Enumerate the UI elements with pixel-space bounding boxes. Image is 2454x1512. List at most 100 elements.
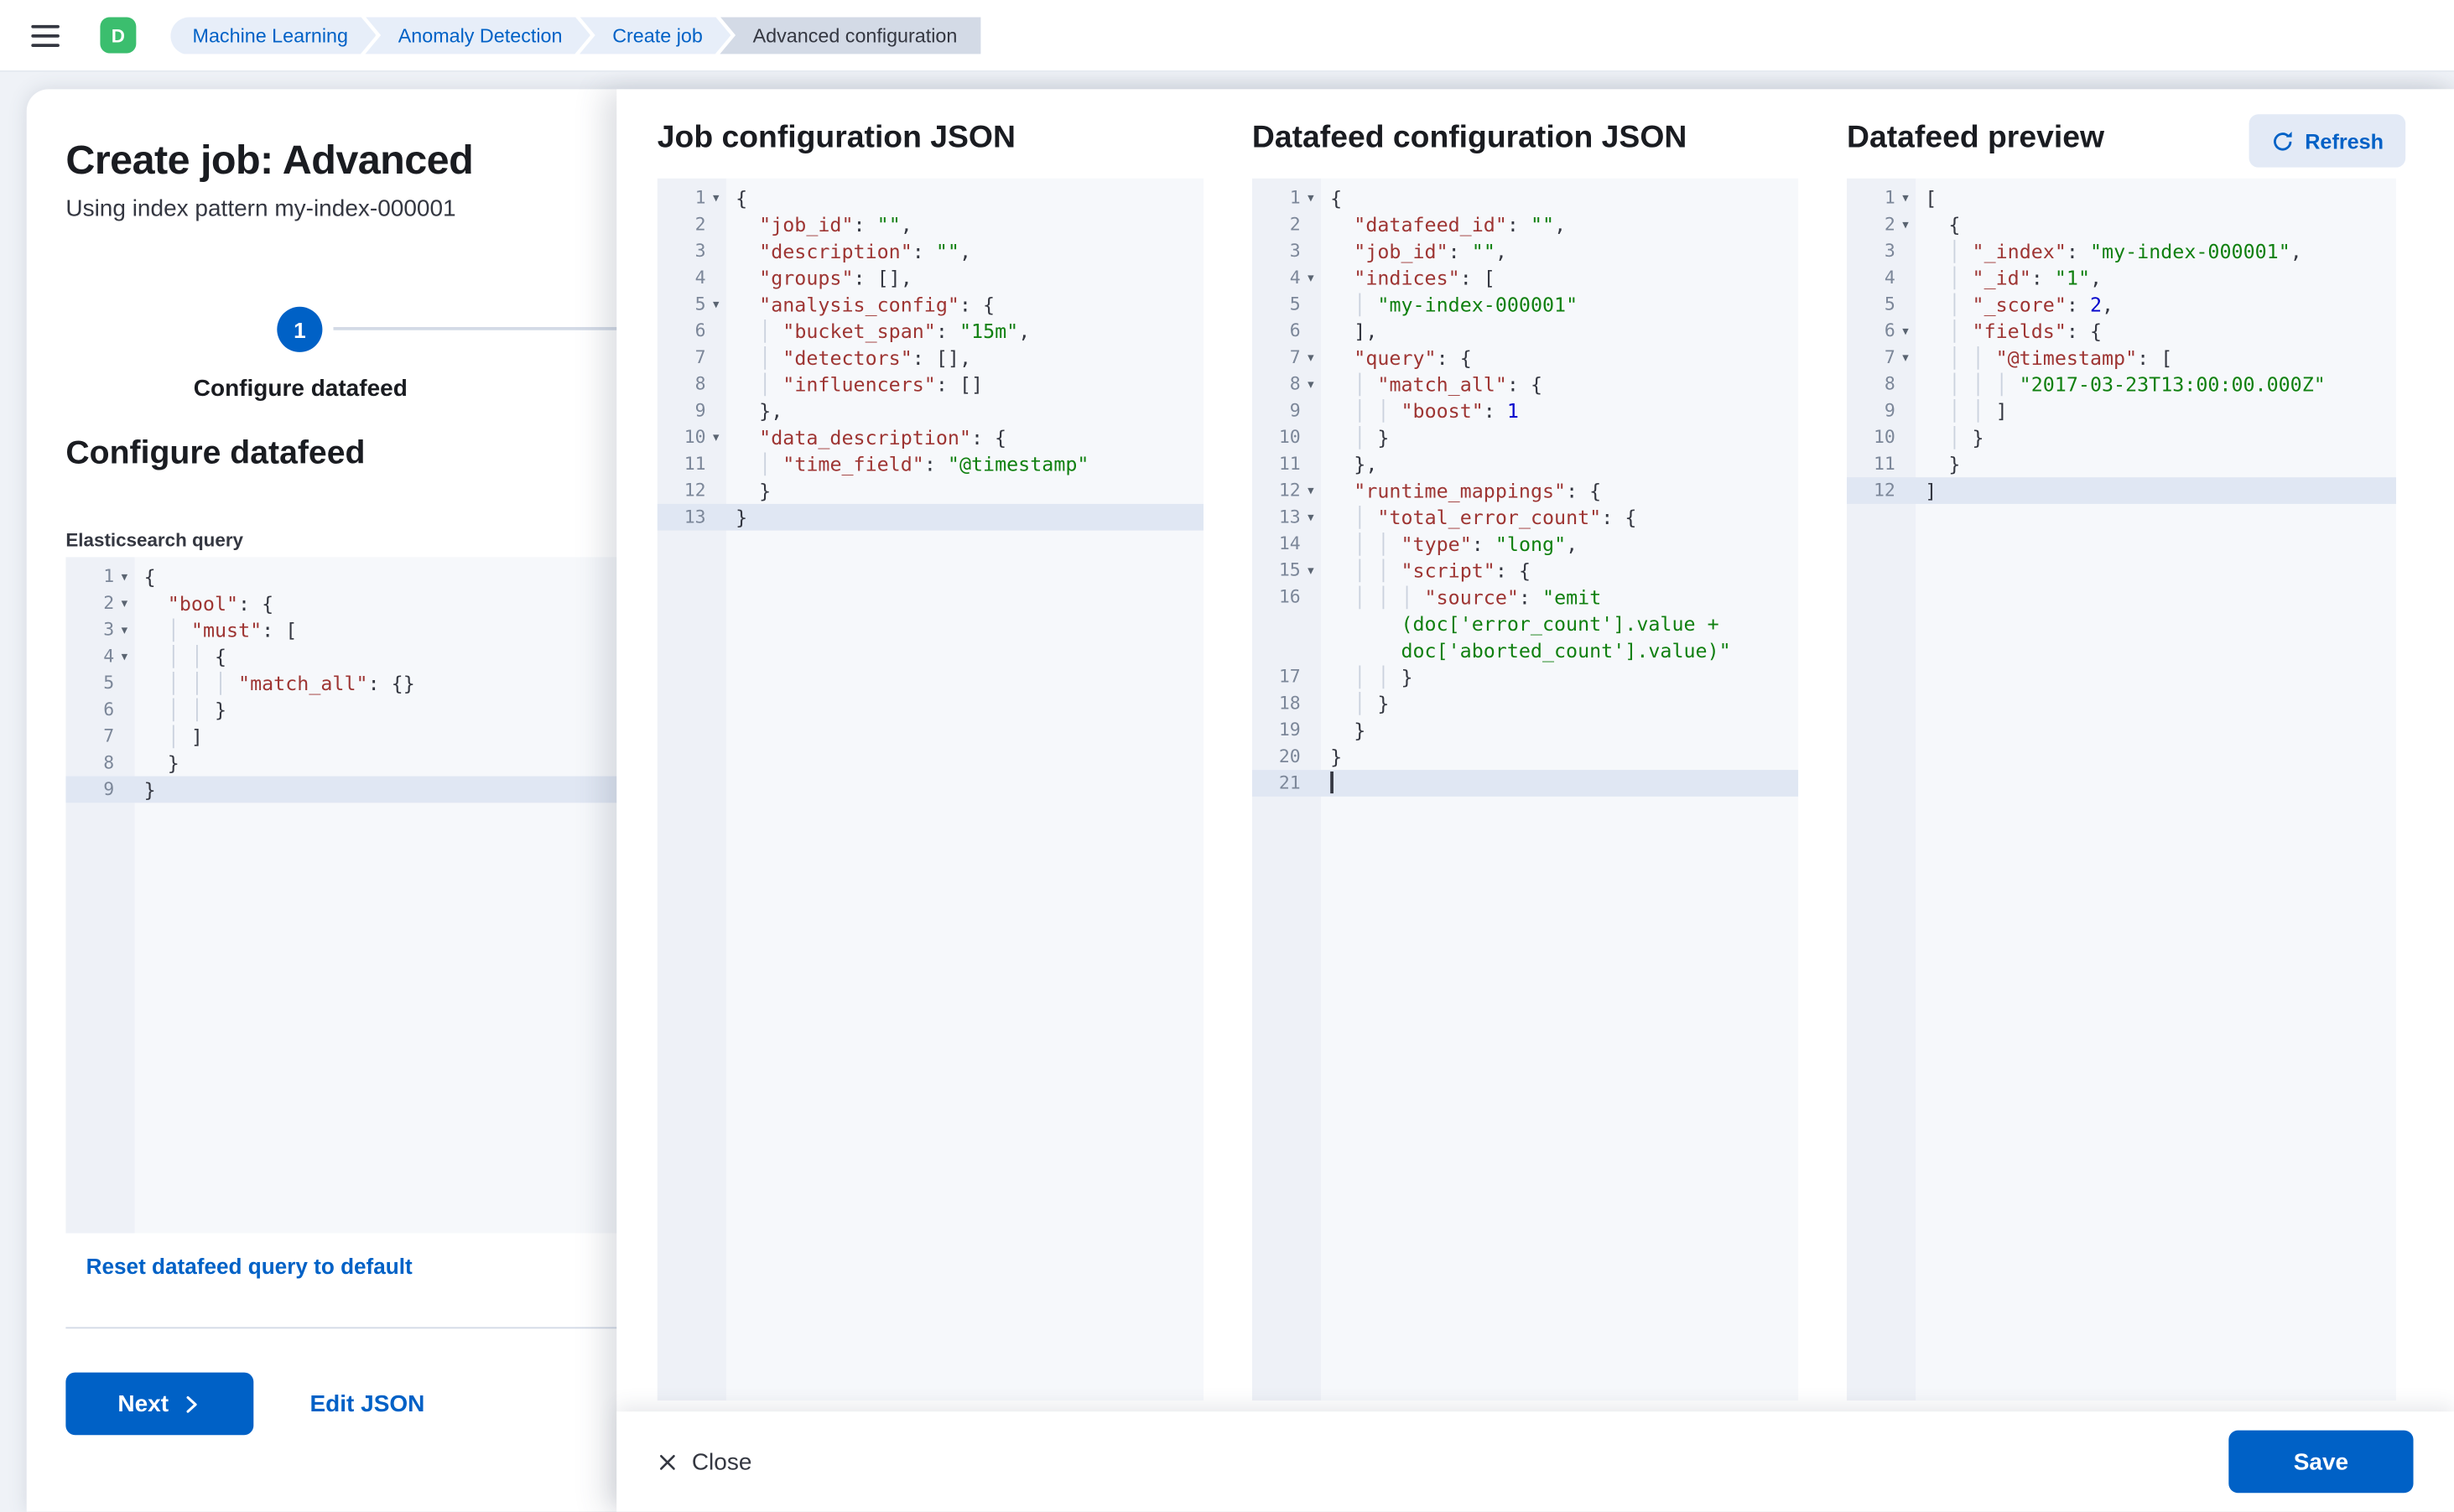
editor-gutter: 9	[65, 777, 134, 803]
editor-gutter: 13▾	[1252, 504, 1321, 531]
editor-line[interactable]: 10▾ "data_description": {	[658, 424, 1204, 451]
edit-json-button[interactable]: Edit JSON	[309, 1373, 424, 1436]
editor-line[interactable]: 3 "job_id": "",	[1252, 238, 1798, 265]
editor-gutter	[1252, 611, 1321, 637]
datafeed-json-editor[interactable]: 1▾{2 "datafeed_id": "",3 "job_id": "",4▾…	[1252, 179, 1798, 1400]
editor-line[interactable]: 11 }	[1847, 450, 2396, 477]
editor-line[interactable]: 13}	[658, 504, 1204, 531]
editor-line[interactable]: 7▾ "query": {	[1252, 345, 1798, 372]
editor-gutter: 8	[65, 750, 134, 777]
editor-line[interactable]: 11 },	[1252, 450, 1798, 477]
editor-line[interactable]: 13▾ │ "total_error_count": {	[1252, 504, 1798, 531]
page-title: Create job: Advanced	[65, 136, 473, 184]
editor-line[interactable]: 5 │ "my-index-000001"	[1252, 291, 1798, 318]
editor-gutter: 8▾	[1252, 371, 1321, 397]
editor-gutter: 12	[658, 477, 726, 504]
fold-toggle-icon[interactable]: ▾	[706, 291, 726, 318]
save-button[interactable]: Save	[2228, 1431, 2413, 1494]
editor-line[interactable]: 17 │ │ }	[1252, 663, 1798, 690]
fold-toggle-icon[interactable]: ▾	[1301, 371, 1321, 397]
editor-line[interactable]: 7 │ "detectors": [],	[658, 345, 1204, 372]
editor-line[interactable]: 2▾ {	[1847, 211, 2396, 238]
editor-line[interactable]: 9 },	[658, 397, 1204, 424]
editor-line[interactable]: 14 │ │ "type": "long",	[1252, 531, 1798, 558]
editor-gutter: 4	[1847, 264, 1916, 291]
editor-line[interactable]: 12 }	[658, 477, 1204, 504]
editor-line[interactable]: 5 │ "_score": 2,	[1847, 291, 2396, 318]
editor-line[interactable]: 1▾[	[1847, 184, 2396, 211]
breadcrumb-machine-learning[interactable]: Machine Learning	[170, 17, 376, 55]
editor-line[interactable]: 4▾ "indices": [	[1252, 264, 1798, 291]
fold-toggle-icon[interactable]: ▾	[1301, 477, 1321, 504]
editor-line[interactable]: 8▾ │ "match_all": {	[1252, 371, 1798, 397]
fold-toggle-icon[interactable]: ▾	[1301, 345, 1321, 372]
editor-line[interactable]: 4 "groups": [],	[658, 264, 1204, 291]
editor-line[interactable]: 5▾ "analysis_config": {	[658, 291, 1204, 318]
editor-line[interactable]: 9 │ │ ]	[1847, 397, 2396, 424]
editor-line[interactable]: 2 "job_id": "",	[658, 211, 1204, 238]
refresh-button[interactable]: Refresh	[2249, 114, 2405, 167]
fold-toggle-icon[interactable]: ▾	[1895, 318, 1916, 345]
editor-line[interactable]: 20}	[1252, 743, 1798, 770]
editor-line[interactable]: 1▾{	[658, 184, 1204, 211]
editor-line[interactable]: 3 │ "_index": "my-index-000001",	[1847, 238, 2396, 265]
fold-toggle-icon[interactable]: ▾	[114, 643, 134, 670]
editor-gutter: 9	[658, 397, 726, 424]
editor-line[interactable]: 8 │ "influencers": []	[658, 371, 1204, 397]
breadcrumb-anomaly-detection[interactable]: Anomaly Detection	[366, 17, 591, 55]
editor-gutter: 5▾	[658, 291, 726, 318]
avatar[interactable]: D	[100, 18, 136, 54]
fold-toggle-icon[interactable]: ▾	[706, 424, 726, 451]
editor-gutter: 3	[658, 238, 726, 265]
fold-toggle-icon[interactable]: ▾	[114, 564, 134, 590]
fold-toggle-icon[interactable]: ▾	[114, 590, 134, 617]
editor-line[interactable]: doc['aborted_count'].value)"	[1252, 637, 1798, 664]
editor-line[interactable]: 19 }	[1252, 717, 1798, 744]
editor-line[interactable]: 11 │ "time_field": "@timestamp"	[658, 450, 1204, 477]
editor-line[interactable]: 6▾ │ "fields": {	[1847, 318, 2396, 345]
reset-datafeed-query-link[interactable]: Reset datafeed query to default	[86, 1254, 413, 1279]
close-button[interactable]: Close	[658, 1448, 752, 1475]
fold-toggle-icon[interactable]: ▾	[1895, 184, 1916, 211]
editor-gutter: 7	[658, 345, 726, 372]
datafeed-preview-editor[interactable]: 1▾[2▾ {3 │ "_index": "my-index-000001",4…	[1847, 179, 2396, 1400]
editor-line[interactable]: 16 │ │ │ "source": "emit	[1252, 584, 1798, 611]
breadcrumb-create-job[interactable]: Create job	[580, 17, 730, 55]
breadcrumb-advanced-configuration[interactable]: Advanced configuration	[720, 17, 980, 55]
editor-line[interactable]: 6 │ "bucket_span": "15m",	[658, 318, 1204, 345]
editor-gutter: 6▾	[1847, 318, 1916, 345]
editor-line[interactable]: 3 "description": "",	[658, 238, 1204, 265]
editor-line[interactable]: 6 ],	[1252, 318, 1798, 345]
fold-toggle-icon[interactable]: ▾	[706, 184, 726, 211]
editor-line[interactable]: 8 │ │ │ "2017-03-23T13:00:00.000Z"	[1847, 371, 2396, 397]
menu-icon[interactable]	[31, 24, 60, 46]
editor-line[interactable]: 21	[1252, 770, 1798, 797]
editor-line[interactable]: 12]	[1847, 477, 2396, 504]
editor-line[interactable]: 18 │ }	[1252, 690, 1798, 717]
editor-gutter: 7▾	[1847, 345, 1916, 372]
editor-line[interactable]: 15▾ │ │ "script": {	[1252, 557, 1798, 584]
fold-toggle-icon[interactable]: ▾	[1301, 557, 1321, 584]
next-button[interactable]: Next	[65, 1373, 253, 1436]
editor-line[interactable]: 10 │ }	[1252, 424, 1798, 451]
editor-line[interactable]: 4 │ "_id": "1",	[1847, 264, 2396, 291]
editor-gutter: 13	[658, 504, 726, 531]
editor-line[interactable]: 9 │ │ "boost": 1	[1252, 397, 1798, 424]
editor-line[interactable]: 12▾ "runtime_mappings": {	[1252, 477, 1798, 504]
fold-toggle-icon[interactable]: ▾	[114, 616, 134, 643]
editor-line[interactable]: 1▾{	[1252, 184, 1798, 211]
fold-toggle-icon[interactable]: ▾	[1301, 504, 1321, 531]
step-1-indicator[interactable]: 1	[277, 307, 322, 352]
job-json-editor[interactable]: 1▾{2 "job_id": "",3 "description": "",4 …	[658, 179, 1204, 1400]
editor-gutter: 18	[1252, 690, 1321, 717]
app-viewport: D Machine Learning Anomaly Detection Cre…	[0, 0, 2454, 1512]
fold-toggle-icon[interactable]: ▾	[1895, 345, 1916, 372]
fold-toggle-icon[interactable]: ▾	[1301, 264, 1321, 291]
datafeed-configuration-heading: Datafeed configuration JSON	[1252, 121, 1687, 157]
editor-line[interactable]: 7▾ │ │ "@timestamp": [	[1847, 345, 2396, 372]
editor-line[interactable]: 10 │ }	[1847, 424, 2396, 451]
editor-line[interactable]: (doc['error_count'].value +	[1252, 611, 1798, 637]
fold-toggle-icon[interactable]: ▾	[1301, 184, 1321, 211]
fold-toggle-icon[interactable]: ▾	[1895, 211, 1916, 238]
editor-line[interactable]: 2 "datafeed_id": "",	[1252, 211, 1798, 238]
